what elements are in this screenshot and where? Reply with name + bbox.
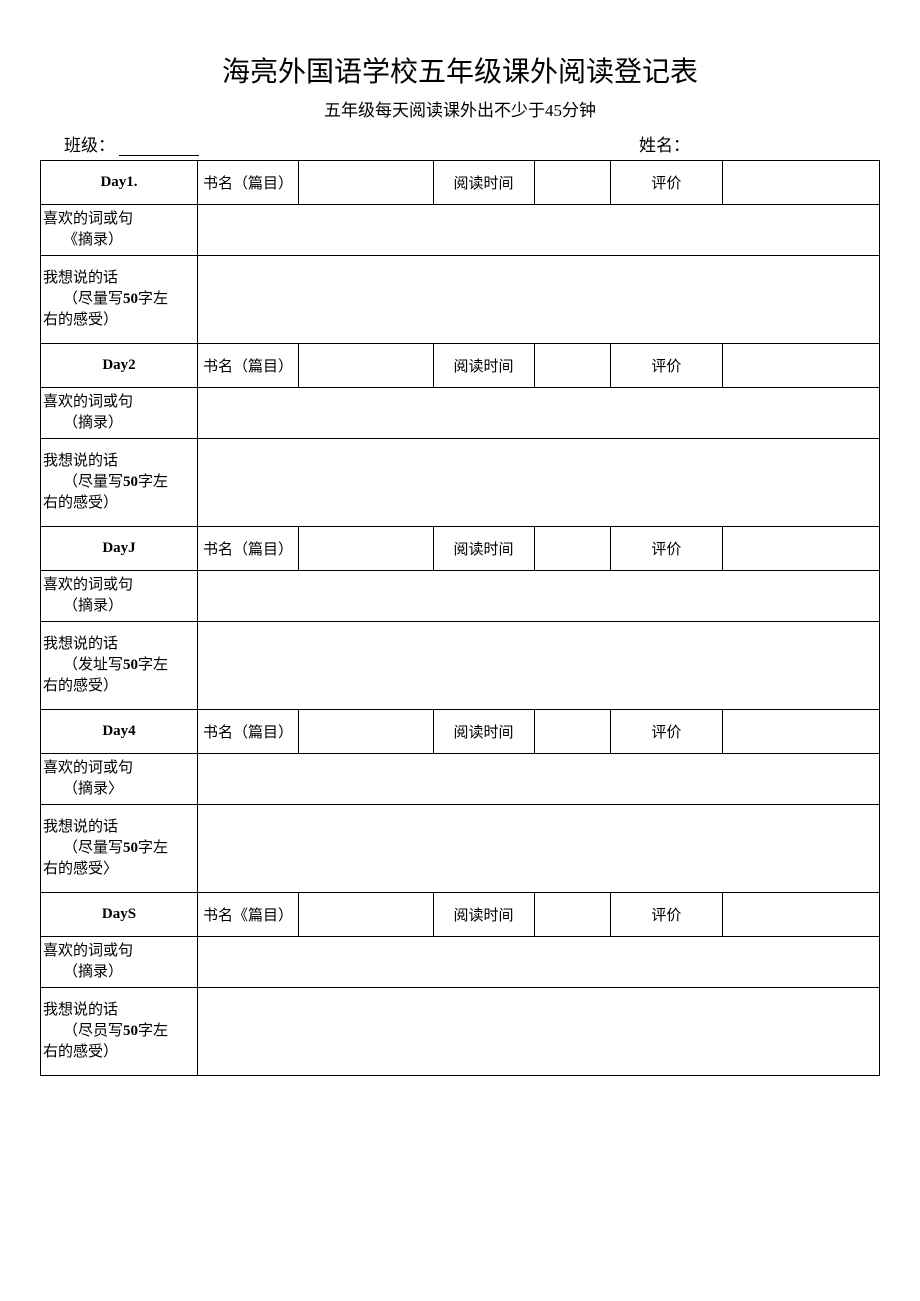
words-input[interactable]	[198, 205, 880, 256]
eval-label: 评价	[610, 893, 722, 937]
book-input[interactable]	[298, 893, 433, 937]
thoughts-input[interactable]	[198, 439, 880, 527]
eval-input[interactable]	[722, 161, 879, 205]
eval-input[interactable]	[722, 893, 879, 937]
table-row: DayJ 书名（篇目） 阅读时间 评价	[41, 527, 880, 571]
words-label: 喜欢的词或句 《摘录）	[41, 205, 198, 256]
time-input[interactable]	[534, 344, 610, 388]
eval-input[interactable]	[722, 710, 879, 754]
table-row: 我想说的话 （发址写50字左 右的感受）	[41, 622, 880, 710]
thoughts-label: 我想说的话 （尽量写50字左 右的感受〉	[41, 805, 198, 893]
book-input[interactable]	[298, 161, 433, 205]
book-label: 书名（篇目）	[198, 344, 299, 388]
time-label: 阅读时间	[433, 344, 534, 388]
thoughts-label: 我想说的话 （尽量写50字左 右的感受）	[41, 256, 198, 344]
table-row: 喜欢的诃或句 （摘录〉	[41, 754, 880, 805]
thoughts-input[interactable]	[198, 805, 880, 893]
time-input[interactable]	[534, 161, 610, 205]
page-subtitle: 五年级每天阅读课外出不少于45分钟	[40, 96, 880, 121]
table-row: 我想说的话 （尽量写50字左 右的感受）	[41, 439, 880, 527]
header-row: 班级： 姓名：	[40, 131, 880, 156]
words-label: 喜欢的诃或句 （摘录〉	[41, 754, 198, 805]
book-label: 书名《篇目）	[198, 893, 299, 937]
eval-label: 评价	[610, 710, 722, 754]
table-row: 喜欢的词或句 （摘录）	[41, 388, 880, 439]
time-label: 阅读时间	[433, 710, 534, 754]
thoughts-input[interactable]	[198, 988, 880, 1076]
time-label: 阅读时间	[433, 893, 534, 937]
book-label: 书名（篇目）	[198, 527, 299, 571]
table-row: 喜欢的词或句 （摘录）	[41, 571, 880, 622]
class-input-line[interactable]	[119, 131, 199, 156]
words-input[interactable]	[198, 937, 880, 988]
time-label: 阅读时间	[433, 161, 534, 205]
words-label: 喜欢的词或句 （摘录）	[41, 937, 198, 988]
eval-label: 评价	[610, 161, 722, 205]
class-label: 班级：	[64, 131, 115, 156]
words-input[interactable]	[198, 388, 880, 439]
reading-log-table: Day1. 书名（篇目） 阅读时间 评价 喜欢的词或句 《摘录） 我想说的话 （…	[40, 160, 880, 1076]
time-input[interactable]	[534, 710, 610, 754]
eval-label: 评价	[610, 527, 722, 571]
eval-input[interactable]	[722, 527, 879, 571]
words-label: 喜欢的词或句 （摘录）	[41, 571, 198, 622]
thoughts-label: 我想说的话 （尽量写50字左 右的感受）	[41, 439, 198, 527]
table-row: 喜欢的词或句 《摘录）	[41, 205, 880, 256]
table-row: DayS 书名《篇目） 阅读时间 评价	[41, 893, 880, 937]
words-input[interactable]	[198, 754, 880, 805]
table-row: Day2 书名（篇目） 阅读时间 评价	[41, 344, 880, 388]
table-row: 我想说的话 （尽量写50字左 右的感受）	[41, 256, 880, 344]
thoughts-input[interactable]	[198, 256, 880, 344]
words-label: 喜欢的词或句 （摘录）	[41, 388, 198, 439]
table-row: Day1. 书名（篇目） 阅读时间 评价	[41, 161, 880, 205]
name-label: 姓名：	[639, 131, 690, 156]
time-label: 阅读时间	[433, 527, 534, 571]
day-label: DayS	[41, 893, 198, 937]
day-label: Day1.	[41, 161, 198, 205]
book-input[interactable]	[298, 344, 433, 388]
day-label: Day2	[41, 344, 198, 388]
book-input[interactable]	[298, 527, 433, 571]
book-label: 书名（篇目）	[198, 161, 299, 205]
thoughts-label: 我想说的话 （尽员写50字左 右的感受）	[41, 988, 198, 1076]
table-row: 我想说的话 （尽员写50字左 右的感受）	[41, 988, 880, 1076]
table-row: Day4 书名（篇目） 阅读时间 评价	[41, 710, 880, 754]
eval-input[interactable]	[722, 344, 879, 388]
table-row: 我想说的话 （尽量写50字左 右的感受〉	[41, 805, 880, 893]
eval-label: 评价	[610, 344, 722, 388]
day-label: Day4	[41, 710, 198, 754]
book-label: 书名（篇目）	[198, 710, 299, 754]
words-input[interactable]	[198, 571, 880, 622]
time-input[interactable]	[534, 527, 610, 571]
table-row: 喜欢的词或句 （摘录）	[41, 937, 880, 988]
page-title: 海亮外国语学校五年级课外阅读登记表	[40, 50, 880, 90]
book-input[interactable]	[298, 710, 433, 754]
thoughts-label: 我想说的话 （发址写50字左 右的感受）	[41, 622, 198, 710]
time-input[interactable]	[534, 893, 610, 937]
thoughts-input[interactable]	[198, 622, 880, 710]
day-label: DayJ	[41, 527, 198, 571]
